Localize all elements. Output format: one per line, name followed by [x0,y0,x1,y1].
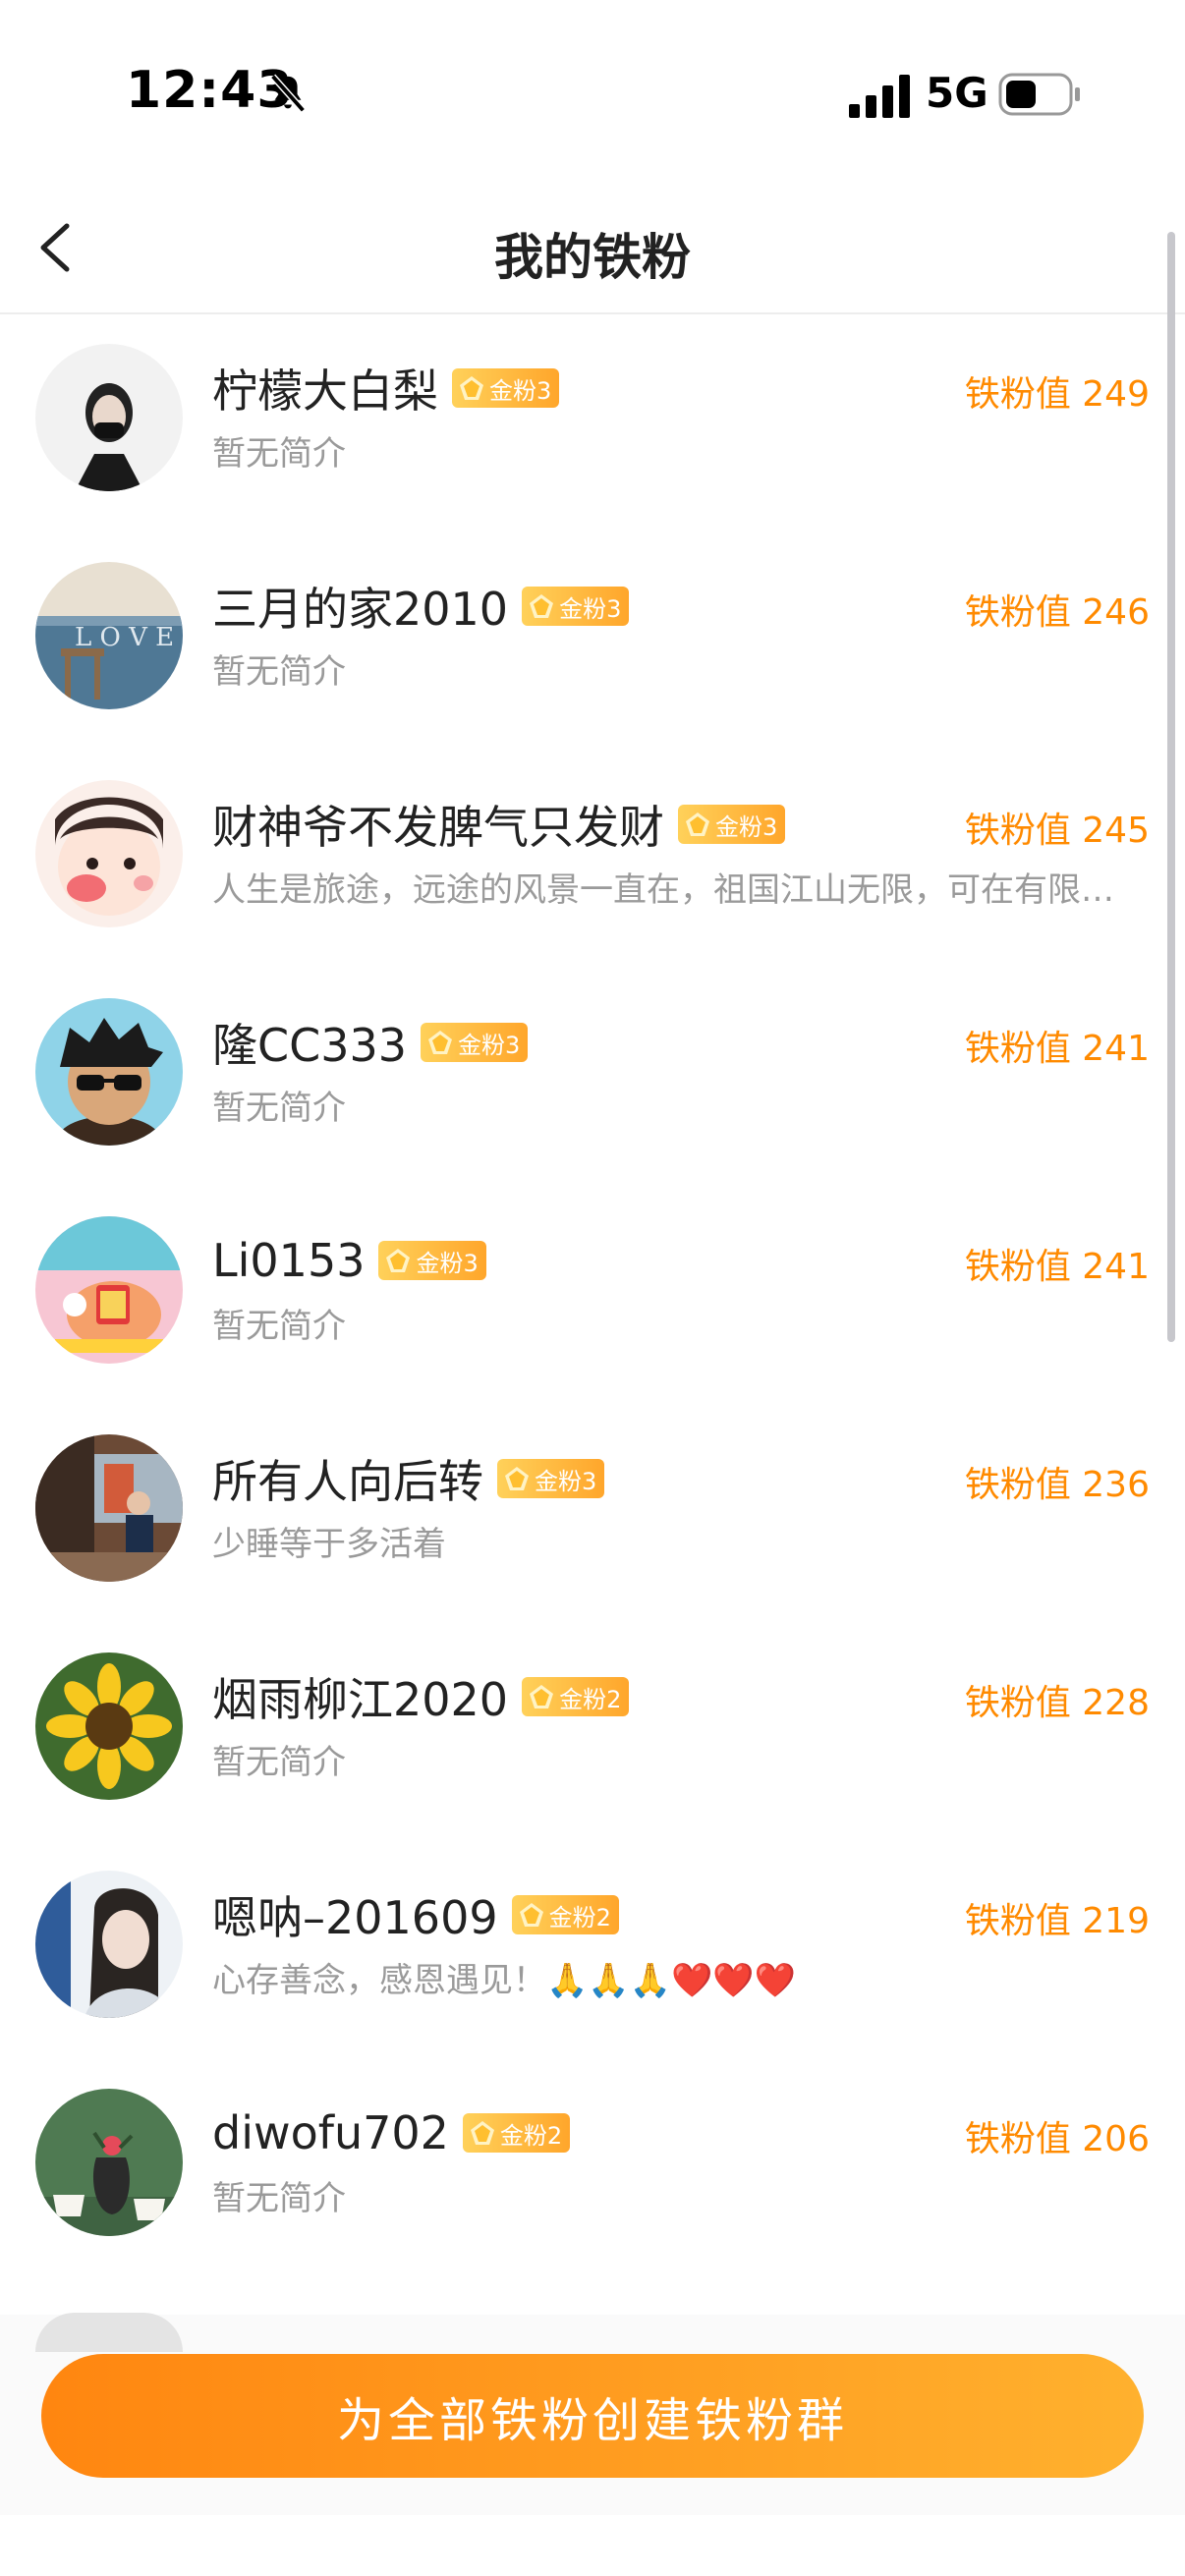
pentagon-gem-icon [470,2121,494,2145]
fan-bio: 暂无简介 [212,1743,346,1782]
pentagon-gem-icon [530,594,554,618]
fan-value: 铁粉值 219 [964,1901,1150,1941]
fan-row[interactable]: L O V E 三月的家2010 金粉3 铁粉值 246 暂无简介 [0,532,1185,751]
avatar-fortune-icon [35,1216,183,1364]
cellular-signal-icon [849,75,910,118]
fan-value: 铁粉值 246 [964,592,1150,633]
fan-level-badge: 金粉3 [497,1459,605,1498]
badge-label: 金粉2 [548,1903,611,1932]
fan-row[interactable]: 财神爷不发脾气只发财 金粉3 铁粉值 245 人生是旅途，远途的风景一直在，祖国… [0,751,1185,969]
page-title: 我的铁粉 [494,229,691,286]
fan-bio: 暂无简介 [212,652,346,692]
create-fan-group-button[interactable]: 为全部铁粉创建铁粉群 [41,2354,1144,2478]
fan-name[interactable]: 嗯呐–201609 [212,1882,498,1947]
fan-row[interactable]: Li0153 金粉3 铁粉值 241 暂无简介 [0,1187,1185,1405]
fan-value: 铁粉值 249 [964,374,1150,415]
avatar-street-icon [35,1434,183,1582]
avatar[interactable]: L O V E [35,562,183,709]
fan-name[interactable]: 财神爷不发脾气只发财 [212,792,664,857]
avatar-anime-sunglasses-icon [35,998,183,1146]
badge-label: 金粉3 [489,376,552,405]
svg-text:L O V E: L O V E [75,623,174,652]
fan-row[interactable]: 隆CC333 金粉3 铁粉值 241 暂无简介 [0,969,1185,1187]
fan-bio: 暂无简介 [212,434,346,474]
fan-value: 铁粉值 236 [964,1465,1150,1505]
fan-level-badge: 金粉3 [421,1023,529,1062]
fan-level-badge: 金粉3 [678,805,786,844]
fan-level-badge: 金粉2 [462,2113,571,2153]
badge-label: 金粉2 [499,2121,563,2150]
fan-bio: 暂无简介 [212,1307,346,1346]
pentagon-gem-icon [428,1031,453,1054]
avatar[interactable] [35,2089,183,2236]
avatar[interactable] [35,1434,183,1582]
avatar[interactable] [35,1216,183,1364]
avatar [35,2313,183,2352]
badge-label: 金粉3 [458,1031,521,1059]
fan-bio: 人生是旅途，远途的风景一直在，祖国江山无限，可在有限的时间里… [212,870,1136,910]
home-indicator-area [0,2515,1185,2576]
fan-bio: 心存善念，感恩遇见！🙏🙏🙏❤️❤️❤️ [212,1961,797,2000]
pentagon-gem-icon [530,1685,554,1708]
fan-bio: 少睡等于多活着 [212,1525,446,1564]
avatar-sunflower-icon [35,1652,183,1800]
fan-value: 铁粉值 228 [964,1683,1150,1723]
fan-value: 铁粉值 206 [964,2119,1150,2159]
avatar-woman-mask-icon [35,344,183,491]
badge-label: 金粉3 [416,1249,479,1277]
network-type: 5G [926,69,988,117]
avatar-cartoon-girl-icon [35,780,183,927]
fan-level-badge: 金粉3 [378,1241,486,1280]
fan-name[interactable]: 所有人向后转 [212,1446,483,1511]
avatar[interactable] [35,780,183,927]
battery-icon [998,73,1080,116]
badge-label: 金粉3 [535,1467,597,1495]
pentagon-gem-icon [519,1903,543,1927]
fan-bio: 暂无简介 [212,2179,346,2218]
fan-name[interactable]: 三月的家2010 [212,574,508,639]
fan-value: 铁粉值 241 [964,1029,1150,1069]
status-bar: 12:43 5G [0,0,1185,187]
avatar[interactable] [35,1652,183,1800]
badge-label: 金粉2 [559,1685,622,1713]
avatar[interactable] [35,344,183,491]
fan-row[interactable]: 嗯呐–201609 金粉2 铁粉值 219 心存善念，感恩遇见！🙏🙏🙏❤️❤️❤… [0,1841,1185,2059]
fan-level-badge: 金粉3 [522,587,630,626]
fan-name[interactable]: 烟雨柳江2020 [212,1664,508,1729]
fan-value: 铁粉值 245 [964,811,1150,851]
avatar-woman-portrait-icon [35,1871,183,2018]
avatar[interactable] [35,1871,183,2018]
pentagon-gem-icon [686,812,709,836]
fan-row[interactable]: diwofu702 金粉2 铁粉值 206 暂无简介 [0,2059,1185,2277]
pentagon-gem-icon [460,376,483,400]
fan-value: 铁粉值 241 [964,1247,1150,1287]
badge-label: 金粉3 [715,812,778,841]
fan-bio: 暂无简介 [212,1089,346,1128]
avatar-seaside-icon: L O V E [35,562,183,709]
fan-level-badge: 金粉2 [511,1895,619,1934]
fan-name[interactable]: diwofu702 [212,2106,449,2159]
avatar[interactable] [35,998,183,1146]
pentagon-gem-icon [505,1467,529,1490]
fan-row[interactable]: 所有人向后转 金粉3 铁粉值 236 少睡等于多活着 [0,1405,1185,1623]
fan-name[interactable]: Li0153 [212,1234,365,1287]
fan-row[interactable]: 烟雨柳江2020 金粉2 铁粉值 228 暂无简介 [0,1623,1185,1841]
avatar-tea-icon [35,2089,183,2236]
navigation-bar: 我的铁粉 [0,187,1185,314]
fan-name[interactable]: 柠檬大白梨 [212,356,438,420]
pentagon-gem-icon [386,1249,411,1272]
fan-name[interactable]: 隆CC333 [212,1010,407,1075]
fan-row[interactable]: 柠檬大白梨 金粉3 铁粉值 249 暂无简介 [0,314,1185,532]
fan-level-badge: 金粉2 [522,1677,630,1716]
fan-level-badge: 金粉3 [452,368,560,408]
bell-muted-icon [270,74,306,113]
badge-label: 金粉3 [559,594,622,623]
